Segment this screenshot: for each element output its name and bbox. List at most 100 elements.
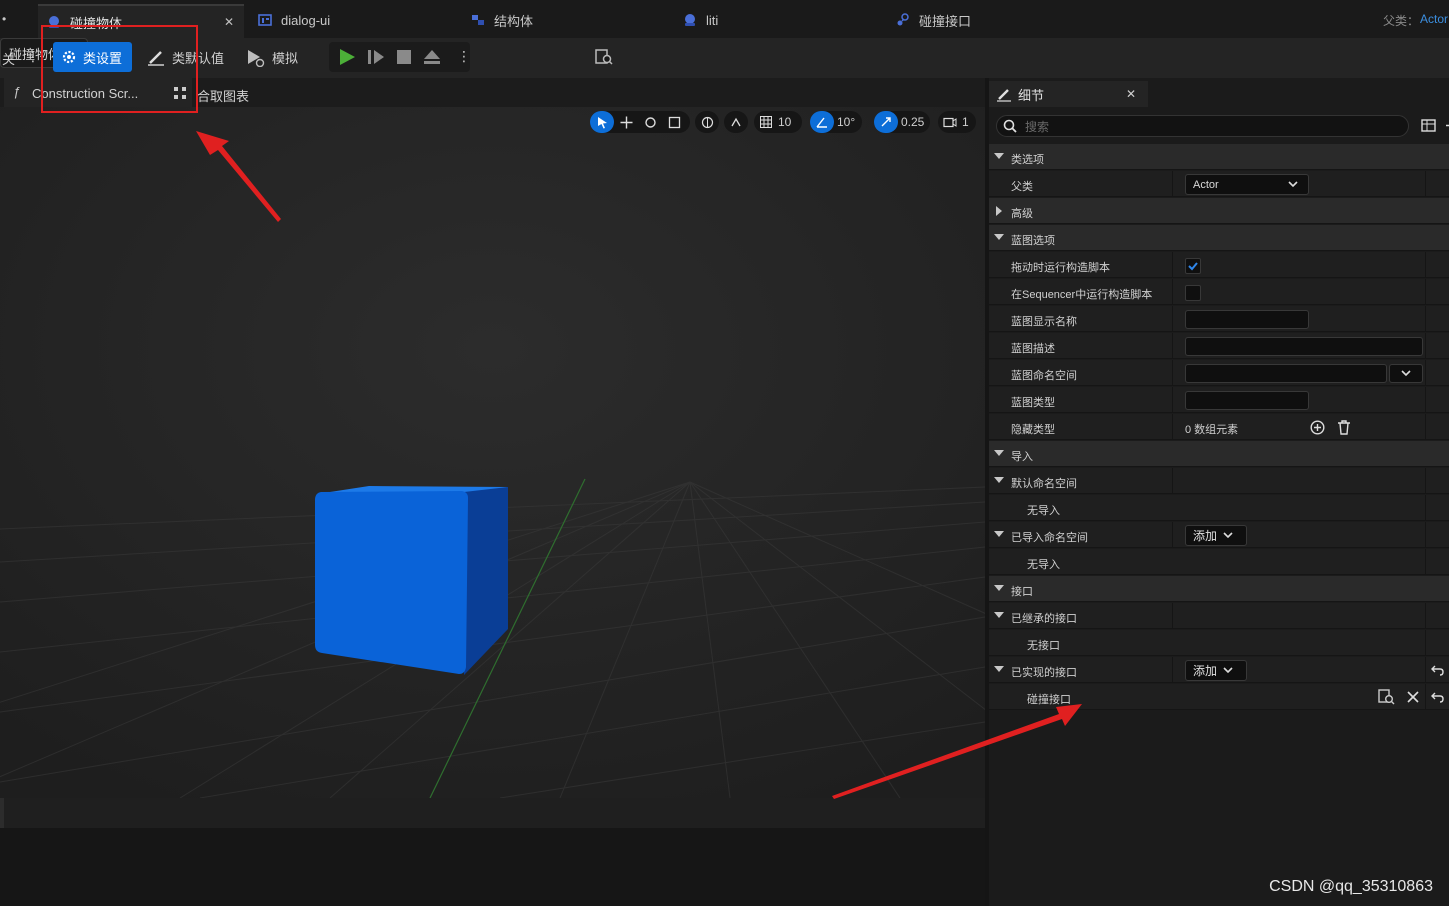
chevron-down-icon (1223, 532, 1233, 539)
add-element-icon[interactable] (1310, 420, 1325, 435)
row-label: 蓝图类型 (1011, 397, 1055, 409)
category-blueprint-options[interactable]: 蓝图选项 (989, 225, 1449, 251)
stop-icon[interactable] (396, 49, 412, 70)
property-run-construction-on-drag: 拖动时运行构造脚本 (989, 252, 1449, 278)
simulate-button[interactable]: 模拟 (246, 43, 298, 72)
run-in-sequencer-checkbox[interactable] (1185, 285, 1201, 301)
tab-collision-interface[interactable]: 碰撞接口 (896, 5, 971, 35)
expand-arrow-icon (994, 234, 1004, 240)
rotation-snap-group[interactable]: 10° (810, 111, 862, 133)
tab-struct[interactable]: 结构体 (471, 5, 533, 35)
category-advanced[interactable]: 高级 (989, 198, 1449, 224)
expand-arrow-icon (994, 666, 1004, 672)
add-namespace-button[interactable]: 添加 (1185, 525, 1247, 546)
property-no-imports: 无导入 (989, 549, 1449, 575)
row-label: 蓝图描述 (1011, 343, 1055, 355)
row-label: 蓝图命名空间 (1011, 370, 1077, 382)
blueprint-type-input[interactable] (1185, 391, 1309, 410)
property-blueprint-description: 蓝图描述 (989, 333, 1449, 359)
category-class-options[interactable]: 类选项 (989, 144, 1449, 170)
translate-tool-icon[interactable] (614, 111, 638, 133)
display-name-input[interactable] (1185, 310, 1309, 329)
add-interface-button[interactable]: 添加 (1185, 660, 1247, 681)
run-on-drag-checkbox[interactable] (1185, 258, 1201, 274)
property-no-imports: 无导入 (989, 495, 1449, 521)
transform-tools-group (590, 111, 690, 133)
rotation-snap-value: 10° (837, 115, 856, 129)
surface-snap-icon[interactable] (724, 111, 748, 133)
category-interfaces[interactable]: 接口 (989, 576, 1449, 602)
row-label: 无导入 (1027, 559, 1060, 571)
partial-toolbar-label[interactable]: 关 (2, 49, 15, 68)
group-imported-namespaces[interactable]: 已导入命名空间 添加 (989, 522, 1449, 548)
grid-snap-icon (754, 111, 778, 133)
expand-arrow-icon (994, 477, 1004, 483)
annotation-highlight-box (41, 25, 198, 113)
property-no-interfaces: 无接口 (989, 630, 1449, 656)
select-tool-icon[interactable] (590, 111, 614, 133)
add-label: 添加 (1193, 664, 1218, 678)
browse-asset-icon[interactable] (1378, 689, 1395, 705)
table-view-icon[interactable] (1421, 118, 1436, 138)
group-implemented-interfaces[interactable]: 已实现的接口 添加 (989, 657, 1449, 683)
chevron-down-icon (1288, 181, 1298, 188)
tab-liti[interactable]: liti (683, 5, 718, 35)
checkmark-icon (1188, 262, 1198, 271)
bottom-empty-area (0, 828, 985, 906)
group-default-namespaces[interactable]: 默认命名空间 (989, 468, 1449, 494)
scale-snap-value: 0.25 (901, 115, 925, 129)
eject-icon[interactable] (423, 48, 441, 71)
parent-class-link[interactable]: Actor (1420, 12, 1449, 26)
row-label: 已实现的接口 (1011, 667, 1077, 679)
group-inherited-interfaces[interactable]: 已继承的接口 (989, 603, 1449, 629)
function-icon: ƒ (13, 84, 21, 99)
parent-class-dropdown[interactable]: Actor (1185, 174, 1309, 195)
chevron-down-icon (1223, 667, 1233, 674)
struct-icon (472, 15, 484, 25)
row-label: 接口 (1011, 586, 1033, 598)
row-label: 在Sequencer中运行构造脚本 (1011, 289, 1153, 301)
details-search-input[interactable]: 搜索 (996, 115, 1409, 137)
namespace-input[interactable] (1185, 364, 1387, 383)
play-icon[interactable] (338, 48, 356, 71)
partial-tab-label[interactable]: • (2, 12, 6, 26)
details-tab[interactable]: 细节 ✕ (989, 81, 1148, 107)
tab-label: dialog-ui (281, 12, 331, 28)
event-graph-tab[interactable]: 合取图表 (197, 86, 249, 105)
reset-arrow-icon[interactable] (1431, 664, 1444, 676)
row-label: 无接口 (1027, 640, 1060, 652)
coordinate-space-icon[interactable] (695, 111, 719, 133)
more-options-icon[interactable]: ⋮ (26, 49, 40, 63)
tab-label: 结构体 (494, 13, 534, 29)
grid-snap-group[interactable]: 10 (754, 111, 802, 133)
play-options-icon[interactable]: ⋮ (457, 48, 471, 64)
expand-arrow-icon (994, 612, 1004, 618)
tab-label: 碰撞接口 (919, 13, 972, 29)
row-label: 父类 (1011, 181, 1033, 193)
parent-class-value: Actor (1193, 178, 1219, 191)
simulate-icon (248, 49, 265, 67)
row-label: 已导入命名空间 (1011, 532, 1088, 544)
property-hidden-types: 隐藏类型 0 数组元素 (989, 414, 1449, 440)
close-icon[interactable]: ✕ (224, 15, 234, 29)
rotate-tool-icon[interactable] (638, 111, 662, 133)
namespace-dropdown[interactable] (1389, 364, 1423, 383)
row-label: 高级 (1011, 208, 1033, 220)
close-icon[interactable]: ✕ (1126, 87, 1136, 101)
viewport[interactable]: 10 10° 0.25 1 (0, 107, 985, 798)
camera-speed-group[interactable]: 1 (938, 111, 976, 133)
remove-icon[interactable] (1407, 691, 1419, 703)
tab-dialog-ui[interactable]: dialog-ui (258, 5, 330, 35)
category-imports[interactable]: 导入 (989, 441, 1449, 467)
main-toolbar: 关 ⋮ 类设置 类默认值 模拟 ⋮ 碰撞物体 (0, 38, 1449, 78)
trash-icon[interactable] (1337, 420, 1351, 435)
settings-icon[interactable] (1444, 118, 1449, 133)
browse-icon[interactable] (595, 48, 613, 71)
reset-arrow-icon[interactable] (1431, 691, 1444, 703)
widget-blueprint-icon (258, 14, 272, 26)
description-input[interactable] (1185, 337, 1423, 356)
step-icon[interactable] (367, 48, 385, 71)
scale-tool-icon[interactable] (662, 111, 686, 133)
property-parent-class: 父类 Actor (989, 171, 1449, 197)
scale-snap-group[interactable]: 0.25 (874, 111, 930, 133)
